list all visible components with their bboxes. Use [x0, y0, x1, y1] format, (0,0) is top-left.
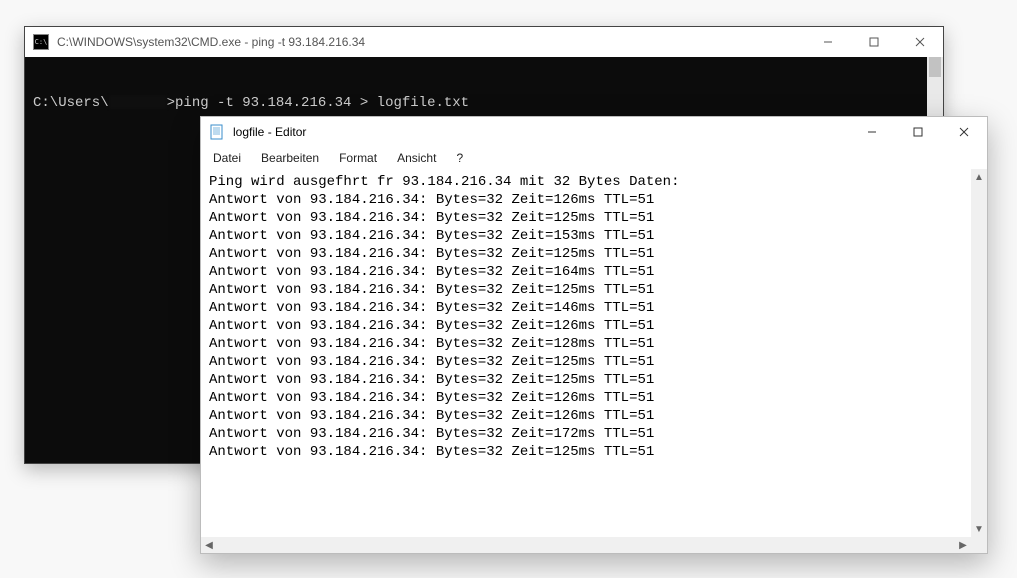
menu-edit[interactable]: Bearbeiten [253, 149, 327, 167]
minimize-icon [823, 37, 833, 47]
cmd-command-text: ping -t 93.184.216.34 > logfile.txt [175, 95, 469, 111]
maximize-icon [913, 127, 923, 137]
scroll-up-icon[interactable]: ▲ [971, 169, 987, 185]
notepad-vscrollbar[interactable]: ▲ ▼ [971, 169, 987, 537]
vscroll-track[interactable] [971, 185, 987, 521]
menu-view[interactable]: Ansicht [389, 149, 444, 167]
notepad-menubar: Datei Bearbeiten Format Ansicht ? [201, 147, 987, 169]
scroll-left-icon[interactable]: ◀ [201, 537, 217, 553]
scroll-down-icon[interactable]: ▼ [971, 521, 987, 537]
cmd-title: C:\WINDOWS\system32\CMD.exe - ping -t 93… [57, 35, 805, 49]
close-button[interactable] [941, 117, 987, 147]
close-icon [915, 37, 925, 47]
maximize-button[interactable] [851, 27, 897, 57]
maximize-icon [869, 37, 879, 47]
cmd-scrollbar-thumb[interactable] [929, 57, 941, 77]
menu-format[interactable]: Format [331, 149, 385, 167]
close-icon [959, 127, 969, 137]
cmd-window-controls [805, 27, 943, 57]
minimize-button[interactable] [805, 27, 851, 57]
notepad-titlebar[interactable]: logfile - Editor [201, 117, 987, 147]
cmd-prompt-suffix: > [167, 95, 175, 111]
notepad-window: logfile - Editor Datei Bearbeiten Format… [200, 116, 988, 554]
notepad-window-controls [849, 117, 987, 147]
notepad-icon [209, 124, 225, 140]
menu-file[interactable]: Datei [205, 149, 249, 167]
hscroll-track[interactable] [217, 537, 955, 553]
menu-help[interactable]: ? [448, 149, 471, 167]
notepad-body-wrap: Ping wird ausgefhrt fr 93.184.216.34 mit… [201, 169, 987, 537]
scroll-corner [971, 537, 987, 553]
notepad-hscrollbar[interactable]: ◀ ▶ [201, 537, 987, 553]
close-button[interactable] [897, 27, 943, 57]
cmd-titlebar[interactable]: C:\ C:\WINDOWS\system32\CMD.exe - ping -… [25, 27, 943, 57]
maximize-button[interactable] [895, 117, 941, 147]
minimize-button[interactable] [849, 117, 895, 147]
notepad-textarea[interactable]: Ping wird ausgefhrt fr 93.184.216.34 mit… [201, 169, 971, 537]
scroll-right-icon[interactable]: ▶ [955, 537, 971, 553]
cmd-icon: C:\ [33, 34, 49, 50]
redacted-username [109, 95, 167, 109]
cmd-prompt-line: C:\Users\ >ping -t 93.184.216.34 > logfil… [33, 95, 935, 111]
minimize-icon [867, 127, 877, 137]
notepad-title: logfile - Editor [233, 125, 849, 139]
cmd-prompt-prefix: C:\Users\ [33, 95, 109, 111]
